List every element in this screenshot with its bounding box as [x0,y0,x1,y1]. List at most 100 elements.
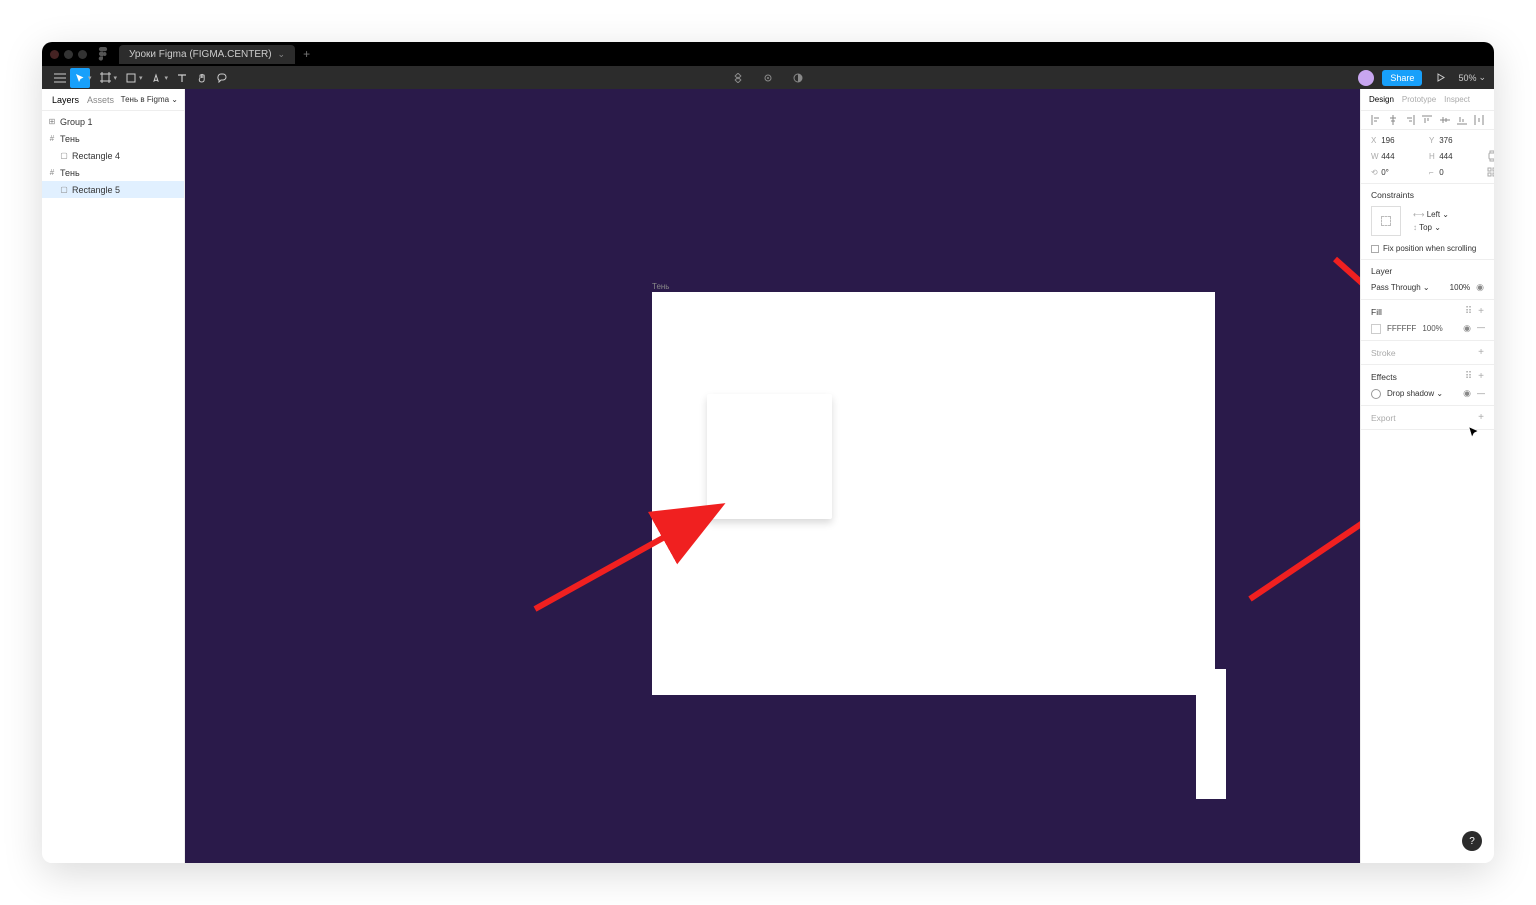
share-button[interactable]: Share [1382,70,1422,86]
fill-hex[interactable]: FFFFFF [1387,324,1416,333]
canvas-frame-label[interactable]: Тень [652,282,669,291]
independent-corners-icon[interactable] [1487,167,1494,177]
chevron-down-icon[interactable]: ⌄ [278,49,286,60]
document-tab[interactable]: Уроки Figma (FIGMA.CENTER) ⌄ [119,45,295,64]
comment-tool[interactable] [212,68,232,88]
align-vcenter-icon[interactable] [1440,115,1450,125]
remove-effect-button[interactable]: — [1477,389,1484,398]
checkbox-label: Fix position when scrolling [1383,244,1476,253]
text-tool[interactable] [172,68,192,88]
y-field[interactable]: Y 376 [1429,136,1485,145]
chevron-down-icon[interactable]: ▾ [114,74,118,82]
layer-label: Rectangle 5 [72,185,120,195]
constrain-proportions-icon[interactable] [1487,149,1494,163]
minimize-icon[interactable] [64,50,73,59]
component-icon[interactable] [728,68,748,88]
add-stroke-button[interactable]: + [1478,347,1484,358]
stroke-section: Stroke+ [1361,341,1494,365]
add-export-button[interactable]: + [1478,412,1484,423]
transform-section: X 196 Y 376 W 444 H 444 ⟲ 0° ⌐ 0 [1361,130,1494,184]
effect-row[interactable]: Drop shadow ⌄ ◉ — [1371,388,1484,399]
boolean-icon[interactable] [788,68,808,88]
constraint-v-select[interactable]: ↕ Top ⌄ [1413,223,1449,232]
chevron-down-icon: ⌄ [171,95,178,104]
menu-button[interactable] [50,68,70,88]
page-name: Тень в Figma [121,95,169,104]
chevron-down-icon: ⌄ [1436,389,1443,398]
visibility-icon[interactable]: ◉ [1463,388,1471,399]
section-title: Constraints [1371,190,1484,200]
pen-tool[interactable] [147,68,167,88]
layer-rectangle-selected[interactable]: ▢ Rectangle 5 [42,181,184,198]
rectangle-icon: ▢ [60,186,68,194]
remove-fill-button[interactable]: — [1477,323,1484,334]
section-title: Export [1371,413,1396,423]
zoom-level[interactable]: 50%⌄ [1458,72,1486,83]
styles-icon[interactable]: ⠿ [1465,306,1472,317]
effect-settings-icon[interactable] [1371,389,1381,399]
present-button[interactable] [1430,68,1450,88]
frame-icon: # [48,135,56,143]
avatar[interactable] [1358,70,1374,86]
page-select[interactable]: Тень в Figma ⌄ [121,95,178,104]
blend-mode-select[interactable]: Pass Through ⌄ [1371,283,1430,292]
close-icon[interactable] [50,50,59,59]
tab-prototype[interactable]: Prototype [1402,95,1436,104]
right-panel-tabs: Design Prototype Inspect [1361,89,1494,111]
alignment-controls [1361,111,1494,130]
visibility-icon[interactable]: ◉ [1463,323,1471,334]
align-left-icon[interactable] [1371,115,1381,125]
layer-group[interactable]: ⊞Group 1 [42,113,184,130]
tab-assets[interactable]: Assets [83,91,118,109]
constraint-h-select[interactable]: ⟷ Left ⌄ [1413,210,1449,219]
hand-tool[interactable] [192,68,212,88]
tab-design[interactable]: Design [1369,95,1394,104]
x-field[interactable]: X 196 [1371,136,1427,145]
tab-layers[interactable]: Layers [48,91,83,109]
titlebar: Уроки Figma (FIGMA.CENTER) ⌄ + [42,42,1494,66]
new-tab-button[interactable]: + [303,47,310,61]
add-fill-button[interactable]: + [1478,306,1484,317]
mask-icon[interactable] [758,68,778,88]
align-bottom-icon[interactable] [1457,115,1467,125]
chevron-down-icon[interactable]: ▾ [139,74,143,82]
canvas-rectangle-shadow[interactable] [707,394,832,519]
canvas-frame-peek [1196,669,1226,799]
align-top-icon[interactable] [1422,115,1432,125]
align-hcenter-icon[interactable] [1388,115,1398,125]
shape-tool[interactable] [121,68,141,88]
chevron-down-icon[interactable]: ▾ [88,74,92,82]
left-panel-tabs: Layers Assets Тень в Figma ⌄ [42,89,184,111]
align-right-icon[interactable] [1405,115,1415,125]
chevron-down-icon: ⌄ [1434,223,1441,232]
canvas[interactable]: Тень [185,89,1360,863]
fill-swatch[interactable] [1371,324,1381,334]
layer-label: Group 1 [60,117,93,127]
chevron-down-icon[interactable]: ▾ [165,74,169,82]
styles-icon[interactable]: ⠿ [1465,371,1472,382]
maximize-icon[interactable] [78,50,87,59]
rotation-field[interactable]: ⟲ 0° [1371,168,1427,177]
effects-section: Effects⠿+ Drop shadow ⌄ ◉ — [1361,365,1494,406]
effect-type-select[interactable]: Drop shadow ⌄ [1387,389,1443,398]
visibility-icon[interactable]: ◉ [1476,282,1484,293]
opacity-field[interactable]: 100% [1450,283,1470,292]
tab-inspect[interactable]: Inspect [1444,95,1470,104]
layers-panel: Layers Assets Тень в Figma ⌄ ⊞Group 1 #Т… [42,89,185,863]
w-field[interactable]: W 444 [1371,152,1427,161]
h-field[interactable]: H 444 [1429,152,1485,161]
fill-opacity[interactable]: 100% [1422,324,1442,333]
fix-position-checkbox[interactable]: Fix position when scrolling [1371,244,1484,253]
layer-rectangle[interactable]: ▢Rectangle 4 [42,147,184,164]
toolbar: ▾ ▾ ▾ ▾ Share 50%⌄ [42,66,1494,89]
layer-frame[interactable]: #Тень [42,130,184,147]
help-button[interactable]: ? [1462,831,1482,851]
frame-tool[interactable] [96,68,116,88]
radius-field[interactable]: ⌐ 0 [1429,168,1485,177]
distribute-icon[interactable] [1474,115,1484,125]
layer-label: Rectangle 4 [72,151,120,161]
constraints-widget[interactable] [1371,206,1401,236]
move-tool[interactable] [70,68,90,88]
add-effect-button[interactable]: + [1478,371,1484,382]
layer-frame[interactable]: #Тень [42,164,184,181]
